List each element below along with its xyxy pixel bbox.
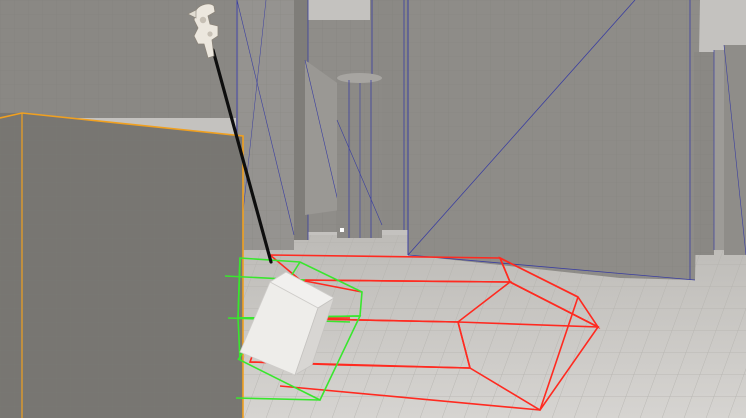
cylinder-pillar xyxy=(336,73,383,238)
right-columns xyxy=(694,44,746,256)
focus-dot xyxy=(340,228,344,232)
selected-cube-block[interactable] xyxy=(0,112,244,418)
game-viewport[interactable] xyxy=(0,0,746,418)
large-wall-right xyxy=(407,0,700,281)
